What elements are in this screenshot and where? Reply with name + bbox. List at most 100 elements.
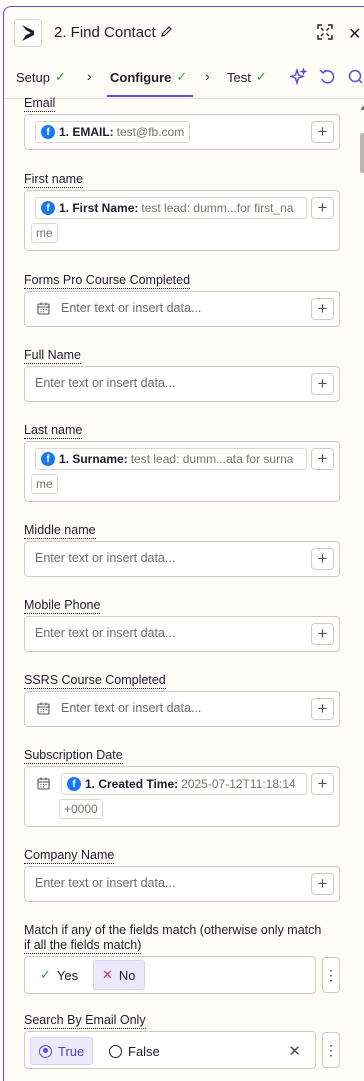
facebook-icon: f (41, 452, 55, 466)
full-name-field[interactable]: Enter text or insert data... + (24, 366, 340, 402)
false-label: False (128, 1043, 160, 1059)
chevron-right-icon: › (205, 68, 210, 84)
match-any-yes-option[interactable]: ✓ Yes (32, 960, 86, 990)
placeholder-text: Enter text or insert data... (61, 301, 202, 315)
clear-icon[interactable]: ✕ (288, 1042, 301, 1060)
insert-data-button[interactable]: + (311, 373, 334, 395)
dynamics-app-icon (14, 19, 42, 47)
scrollbar[interactable] (358, 101, 364, 1081)
radio-unselected-icon (109, 1044, 122, 1058)
match-any-label-line2: if all the fields match) (24, 938, 142, 954)
insert-data-button[interactable]: + (311, 698, 334, 720)
facebook-icon: f (41, 125, 55, 139)
forms-pro-field[interactable]: Enter text or insert data... + (24, 291, 340, 327)
scrollbar-thumb[interactable] (360, 133, 364, 173)
tab-setup-label: Setup (16, 69, 50, 85)
insert-data-button[interactable]: + (311, 773, 334, 795)
forms-pro-label: Forms Pro Course Completed (24, 273, 191, 289)
tab-configure[interactable]: Configure ✓ (110, 69, 187, 85)
pill-step-label: 1. EMAIL: (59, 125, 114, 139)
yes-label: Yes (56, 967, 79, 983)
match-any-label-line1: Match if any of the fields match (otherw… (24, 923, 322, 937)
check-icon: ✓ (40, 967, 51, 982)
pill-wrap-text: +0000 (59, 799, 103, 819)
pill-wrap-text: me (31, 474, 58, 494)
facebook-icon: f (41, 201, 55, 215)
ssrs-label: SSRS Course Completed (24, 673, 166, 689)
insert-data-button[interactable]: + (311, 197, 334, 219)
ssrs-field[interactable]: Enter text or insert data... + (24, 691, 340, 727)
mobile-phone-field[interactable]: Enter text or insert data... + (24, 616, 340, 652)
email-field[interactable]: f 1. EMAIL: test@fb.com + (24, 114, 340, 150)
pill-step-label: 1. First Name: (59, 201, 139, 215)
pill-value: 2025-07-12T11:18:14 (181, 777, 296, 791)
tab-configure-label: Configure (110, 69, 172, 85)
insert-data-button[interactable]: + (311, 548, 334, 570)
middle-name-field[interactable]: Enter text or insert data... + (24, 541, 340, 577)
radio-selected-icon (39, 1044, 52, 1058)
placeholder-text: Enter text or insert data... (61, 701, 202, 715)
check-icon: ✓ (255, 69, 267, 84)
email-data-pill[interactable]: f 1. EMAIL: test@fb.com (35, 121, 191, 143)
first-name-data-pill[interactable]: f 1. First Name: test lead: dumm...for f… (35, 197, 307, 219)
search-email-only-radio-group: True False ✕ (24, 1031, 316, 1069)
check-icon: ✓ (54, 69, 66, 84)
placeholder-text: Enter text or insert data... (35, 551, 176, 565)
pill-value: test lead: dumm...for first_na (141, 201, 294, 215)
placeholder-text: Enter text or insert data... (35, 626, 176, 640)
subscription-date-field[interactable]: f 1. Created Time: 2025-07-12T11:18:14 +… (24, 766, 340, 827)
placeholder-text: Enter text or insert data... (35, 876, 176, 890)
last-name-data-pill[interactable]: f 1. Surname: test lead: dumm...ata for … (35, 448, 307, 470)
check-icon: ✓ (176, 69, 188, 84)
email-label: Email (24, 96, 56, 112)
search-email-only-label: Search By Email Only (24, 1013, 146, 1029)
no-label: No (118, 967, 136, 983)
insert-data-button[interactable]: + (311, 298, 334, 320)
insert-data-button[interactable]: + (311, 448, 334, 470)
full-name-label: Full Name (24, 348, 81, 364)
facebook-icon: f (67, 777, 81, 791)
pencil-icon[interactable] (160, 25, 173, 41)
middle-name-label: Middle name (24, 523, 96, 539)
step-tabs: Setup ✓ › Configure ✓ › Test ✓ (4, 59, 364, 99)
radio-false[interactable]: False (101, 1037, 168, 1065)
company-name-field[interactable]: Enter text or insert data... + (24, 866, 340, 902)
placeholder-text: Enter text or insert data... (35, 376, 176, 390)
match-any-no-option[interactable]: ✕ No (93, 960, 145, 990)
insert-data-button[interactable]: + (311, 121, 334, 143)
insert-data-button[interactable]: + (311, 623, 334, 645)
close-icon[interactable]: ✕ (348, 24, 361, 44)
last-name-field[interactable]: f 1. Surname: test lead: dumm...ata for … (24, 441, 340, 502)
pill-value: test@fb.com (116, 125, 185, 139)
more-options-button[interactable]: ⋮ (322, 1032, 340, 1068)
chevron-right-icon: › (87, 68, 92, 84)
subscription-date-data-pill[interactable]: f 1. Created Time: 2025-07-12T11:18:14 (61, 773, 307, 795)
active-tab-indicator (107, 95, 193, 97)
pill-wrap-text: me (31, 223, 58, 243)
more-options-button[interactable]: ⋮ (322, 957, 340, 993)
x-icon: ✕ (102, 967, 113, 982)
calendar-icon (37, 702, 50, 718)
subscription-date-label: Subscription Date (24, 748, 123, 764)
calendar-icon (37, 777, 50, 793)
scroll-up-icon[interactable]: ▲ (359, 103, 364, 112)
mobile-phone-label: Mobile Phone (24, 598, 101, 614)
radio-true[interactable]: True (30, 1037, 94, 1065)
company-name-label: Company Name (24, 848, 115, 864)
true-label: True (58, 1043, 85, 1059)
expand-icon[interactable] (317, 24, 333, 43)
undo-icon[interactable] (319, 68, 335, 88)
step-editor-panel: 2. Find Contact ✕ Setup ✓ › Configure ✓ … (3, 6, 364, 1081)
tab-test[interactable]: Test ✓ (227, 69, 267, 85)
sparkle-icon[interactable] (288, 67, 308, 88)
first-name-field[interactable]: f 1. First Name: test lead: dumm...for f… (24, 190, 340, 251)
first-name-label: First name (24, 172, 84, 188)
tab-setup[interactable]: Setup ✓ (16, 69, 66, 85)
tab-test-label: Test (227, 69, 251, 85)
step-title[interactable]: 2. Find Contact (54, 24, 156, 41)
search-icon[interactable] (347, 68, 363, 88)
calendar-icon (37, 302, 50, 318)
insert-data-button[interactable]: + (311, 873, 334, 895)
panel-header: 2. Find Contact ✕ (4, 7, 364, 59)
pill-value: test lead: dumm...ata for surna (130, 452, 294, 466)
